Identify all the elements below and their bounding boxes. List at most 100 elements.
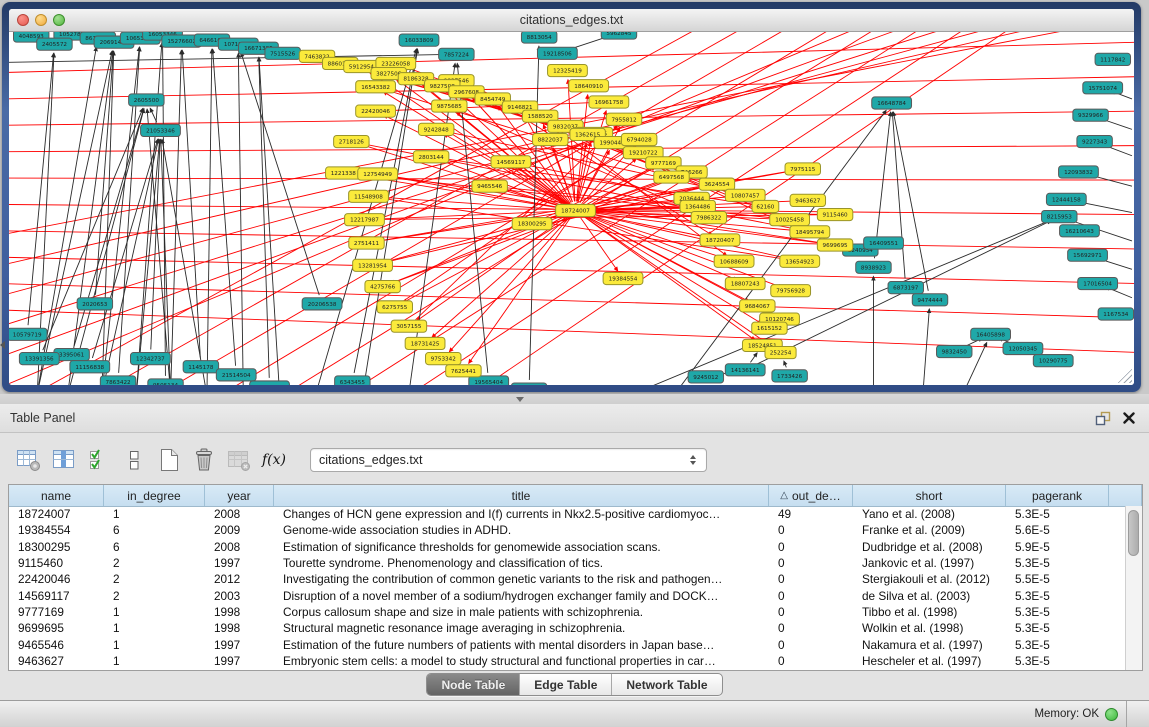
graph-node-teal[interactable]: 13391356 [19,353,59,365]
graph-node-yellow[interactable]: 3624554 [699,178,734,190]
graph-node-teal[interactable]: 1167534 [1098,308,1133,320]
table-row[interactable]: 1456911722003Disruption of a novel membe… [9,587,1125,603]
graph-node-teal[interactable]: 9227343 [1077,135,1112,147]
graph-node-teal[interactable]: 1117842 [1095,53,1130,65]
graph-node-teal[interactable]: 1145178 [183,361,218,373]
close-window-button[interactable] [17,14,29,26]
column-header-pagerank[interactable]: pagerank [1006,485,1109,506]
graph-node-yellow[interactable]: 7625441 [446,365,481,377]
graph-node-yellow[interactable]: 14569117 [491,156,531,168]
float-panel-icon[interactable] [1095,411,1111,426]
graph-node-yellow[interactable]: 12754949 [358,168,398,180]
column-header-indegree[interactable]: in_degree [104,485,205,506]
graph-node-teal[interactable]: 21514504 [216,369,256,381]
graph-node-teal[interactable]: 16409551 [864,237,904,249]
graph-node-yellow[interactable]: 18724007 [556,204,596,216]
function-builder-icon[interactable]: f(x) [261,447,287,473]
graph-node-yellow[interactable]: 7975115 [785,163,820,175]
graph-node-teal[interactable]: 8813054 [521,32,556,43]
graph-node-teal[interactable]: 19218506 [537,47,577,59]
graph-node-yellow[interactable]: 2718126 [334,135,369,147]
graph-node-teal[interactable]: 12444158 [1046,193,1086,205]
graph-node-yellow[interactable]: 252254 [765,346,796,358]
graph-node-yellow[interactable]: 10025458 [770,214,810,226]
column-header-year[interactable]: year [205,485,274,506]
zoom-window-button[interactable] [53,14,65,26]
graph-node-yellow[interactable]: 62160 [752,200,779,212]
graph-node-teal[interactable]: 6343455 [335,376,370,385]
graph-node-yellow[interactable]: 7986322 [691,212,726,224]
graph-node-teal[interactable]: 15692971 [1068,249,1108,261]
graph-node-yellow[interactable]: 18495794 [790,226,830,238]
graph-node-teal[interactable]: 5962845 [601,32,636,39]
graph-node-yellow[interactable]: 4275766 [365,281,400,293]
graph-node-teal[interactable]: 16210643 [1060,225,1100,237]
minimize-window-button[interactable] [35,14,47,26]
row-tools-icon[interactable] [121,447,147,473]
graph-node-yellow[interactable]: 79756928 [771,285,811,297]
window-titlebar[interactable]: citations_edges.txt [9,9,1134,32]
select-columns-icon[interactable] [86,447,112,473]
graph-node-yellow[interactable]: 22420046 [356,105,396,117]
table-row[interactable]: 969969511998Structural magnetic resonanc… [9,620,1125,636]
graph-node-teal[interactable]: 8938923 [856,261,891,273]
graph-node-yellow[interactable]: 11548908 [349,190,389,202]
tab-node-table[interactable]: Node Table [427,674,520,695]
graph-node-yellow[interactable]: 9115460 [817,209,852,221]
graph-node-teal[interactable]: 7857224 [439,48,474,60]
graph-node-yellow[interactable]: 6275755 [377,301,412,313]
graph-node-yellow[interactable]: 9753342 [426,353,461,365]
graph-node-teal[interactable]: 12342737 [130,353,170,365]
graph-node-teal[interactable]: 9245012 [688,371,723,383]
graph-node-teal[interactable]: 12093832 [1059,166,1099,178]
show-column-icon[interactable] [51,447,77,473]
graph-node-yellow[interactable]: 6794028 [621,133,656,145]
scrollbar-thumb[interactable] [1128,510,1139,556]
graph-node-yellow[interactable]: 16961758 [589,96,629,108]
table-row[interactable]: 946554611997Estimation of the future num… [9,636,1125,652]
graph-node-yellow[interactable]: 16543382 [356,81,396,93]
graph-node-teal[interactable]: 2405572 [37,38,72,50]
column-header-outde[interactable]: △out_de… [769,485,853,506]
graph-node-yellow[interactable]: 18300295 [512,218,552,230]
graph-node-yellow[interactable]: 18807243 [725,277,765,289]
table-row[interactable]: 1830029562008Estimation of significance … [9,539,1125,555]
column-header-name[interactable]: name [9,485,104,506]
graph-node-yellow[interactable]: 9777169 [646,157,681,169]
splitter-handle-icon[interactable] [516,397,524,402]
graph-node-teal[interactable]: 1733426 [772,370,807,382]
panel-splitter[interactable] [0,394,1149,404]
graph-node-teal[interactable]: 10290775 [1033,355,1073,367]
graph-node-yellow[interactable]: 13281954 [353,259,393,271]
network-graph[interactable]: 1872400740485931052787240557286189242069… [9,32,1134,385]
table-row[interactable]: 911546021997Tourette syndrome. Phenomeno… [9,555,1125,571]
table-row[interactable]: 1938455462009Genome-wide association stu… [9,522,1125,538]
graph-node-teal[interactable]: 2020653 [77,298,112,310]
graph-node-yellow[interactable]: 8822037 [533,133,568,145]
graph-node-teal[interactable]: 6873197 [888,282,923,294]
column-header-title[interactable]: title [274,485,769,506]
graph-node-teal[interactable]: 8215953 [1042,211,1077,223]
graph-node-teal[interactable]: 16405898 [971,328,1011,340]
graph-node-yellow[interactable]: 9875685 [432,100,467,112]
graph-node-yellow[interactable]: 9465546 [472,180,507,192]
tab-edge-table[interactable]: Edge Table [520,674,612,695]
graph-node-yellow[interactable]: 10688609 [714,255,754,267]
graph-node-teal[interactable]: 9832450 [937,345,972,357]
graph-node-yellow[interactable]: 1364486 [680,200,715,212]
graph-node-teal[interactable]: 9505134 [148,379,183,385]
close-panel-icon[interactable] [1123,412,1135,424]
graph-node-yellow[interactable]: 9463627 [790,194,825,206]
graph-node-yellow[interactable]: 9242848 [418,123,453,135]
graph-node-teal[interactable]: 11156838 [70,361,110,373]
graph-node-teal[interactable]: 7863422 [100,376,135,385]
graph-node-teal[interactable]: 20206538 [302,298,342,310]
graph-node-yellow[interactable]: 2803144 [413,151,448,163]
graph-node-yellow[interactable]: 12217987 [345,214,385,226]
graph-node-yellow[interactable]: 10807457 [725,189,765,201]
graph-node-yellow[interactable]: 9699695 [817,239,852,251]
graph-node-yellow[interactable]: 2751411 [349,237,384,249]
graph-node-yellow[interactable]: 1221338 [326,167,361,179]
graph-node-teal[interactable]: 12050345 [1003,342,1043,354]
graph-node-yellow[interactable]: 13654923 [780,255,820,267]
